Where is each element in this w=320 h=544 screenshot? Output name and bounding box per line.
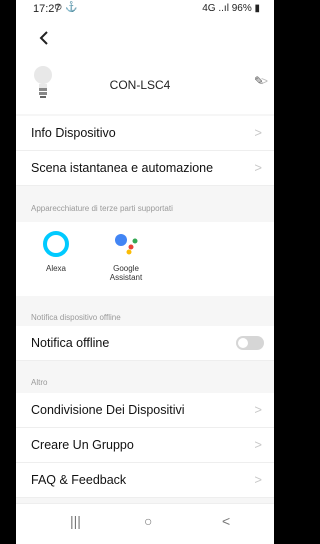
row-label: Scena istantanea e automazione <box>31 161 214 175</box>
phone-screen: 17:27 ⊙ ⚓ 4G ..ıl 96% ▮ CON-LSC4 ✎ > Inf… <box>16 0 274 544</box>
third-party-services: Alexa Google Assistant <box>16 222 274 296</box>
back-arrow-icon[interactable] <box>34 28 54 48</box>
toggle-knob <box>238 338 248 348</box>
row-info-dispositivo[interactable]: Info Dispositivo > <box>16 116 274 151</box>
chevron-right-icon: > <box>254 472 262 487</box>
row-label: Notifica offline <box>31 336 110 350</box>
alexa-logo-icon <box>43 231 69 257</box>
status-signal-battery: 4G ..ıl 96% ▮ <box>202 3 260 14</box>
row-create-group[interactable]: Creare Un Gruppo > <box>16 428 274 463</box>
chevron-right-icon: > <box>260 74 268 88</box>
section-header-third-party: Apparecchiature di terze parti supportat… <box>31 204 173 213</box>
chevron-right-icon: > <box>254 437 262 452</box>
alexa-item[interactable]: Alexa <box>24 230 88 273</box>
chevron-right-icon: > <box>254 160 262 175</box>
row-label: Condivisione Dei Dispositivi <box>31 403 185 417</box>
alexa-label: Alexa <box>45 264 66 273</box>
android-nav-bar: ||| ○ < <box>16 503 274 544</box>
offline-notification-toggle[interactable] <box>236 336 264 350</box>
row-offline-notification: Notifica offline <box>16 326 274 361</box>
row-label: Info Dispositivo <box>31 126 116 140</box>
row-share-devices[interactable]: Condivisione Dei Dispositivi > <box>16 393 274 428</box>
device-name: CON-LSC4 <box>109 78 171 92</box>
row-label: Creare Un Gruppo <box>31 438 134 452</box>
home-button[interactable]: ○ <box>144 513 152 529</box>
light-bulb-icon <box>34 66 52 98</box>
row-faq-feedback[interactable]: FAQ & Feedback > <box>16 463 274 498</box>
row-label: FAQ & Feedback <box>31 473 127 487</box>
section-header-other: Altro <box>31 378 48 387</box>
google-assistant-logo-icon <box>115 234 138 255</box>
chevron-right-icon: > <box>254 402 262 417</box>
device-header: CON-LSC4 ✎ > <box>16 18 274 114</box>
recent-apps-button[interactable]: ||| <box>70 513 81 529</box>
section-header-offline: Notifica dispositivo offline <box>31 313 121 322</box>
google-assistant-label: Google Assistant <box>109 264 143 282</box>
status-bar: 17:27 ⊙ ⚓ 4G ..ıl 96% ▮ <box>16 0 274 18</box>
chevron-right-icon: > <box>254 125 262 140</box>
back-button[interactable]: < <box>222 513 230 529</box>
status-notification-icons: ⊙ ⚓ <box>54 2 78 13</box>
row-scene-automation[interactable]: Scena istantanea e automazione > <box>16 151 274 186</box>
google-assistant-item[interactable]: Google Assistant <box>94 230 158 282</box>
